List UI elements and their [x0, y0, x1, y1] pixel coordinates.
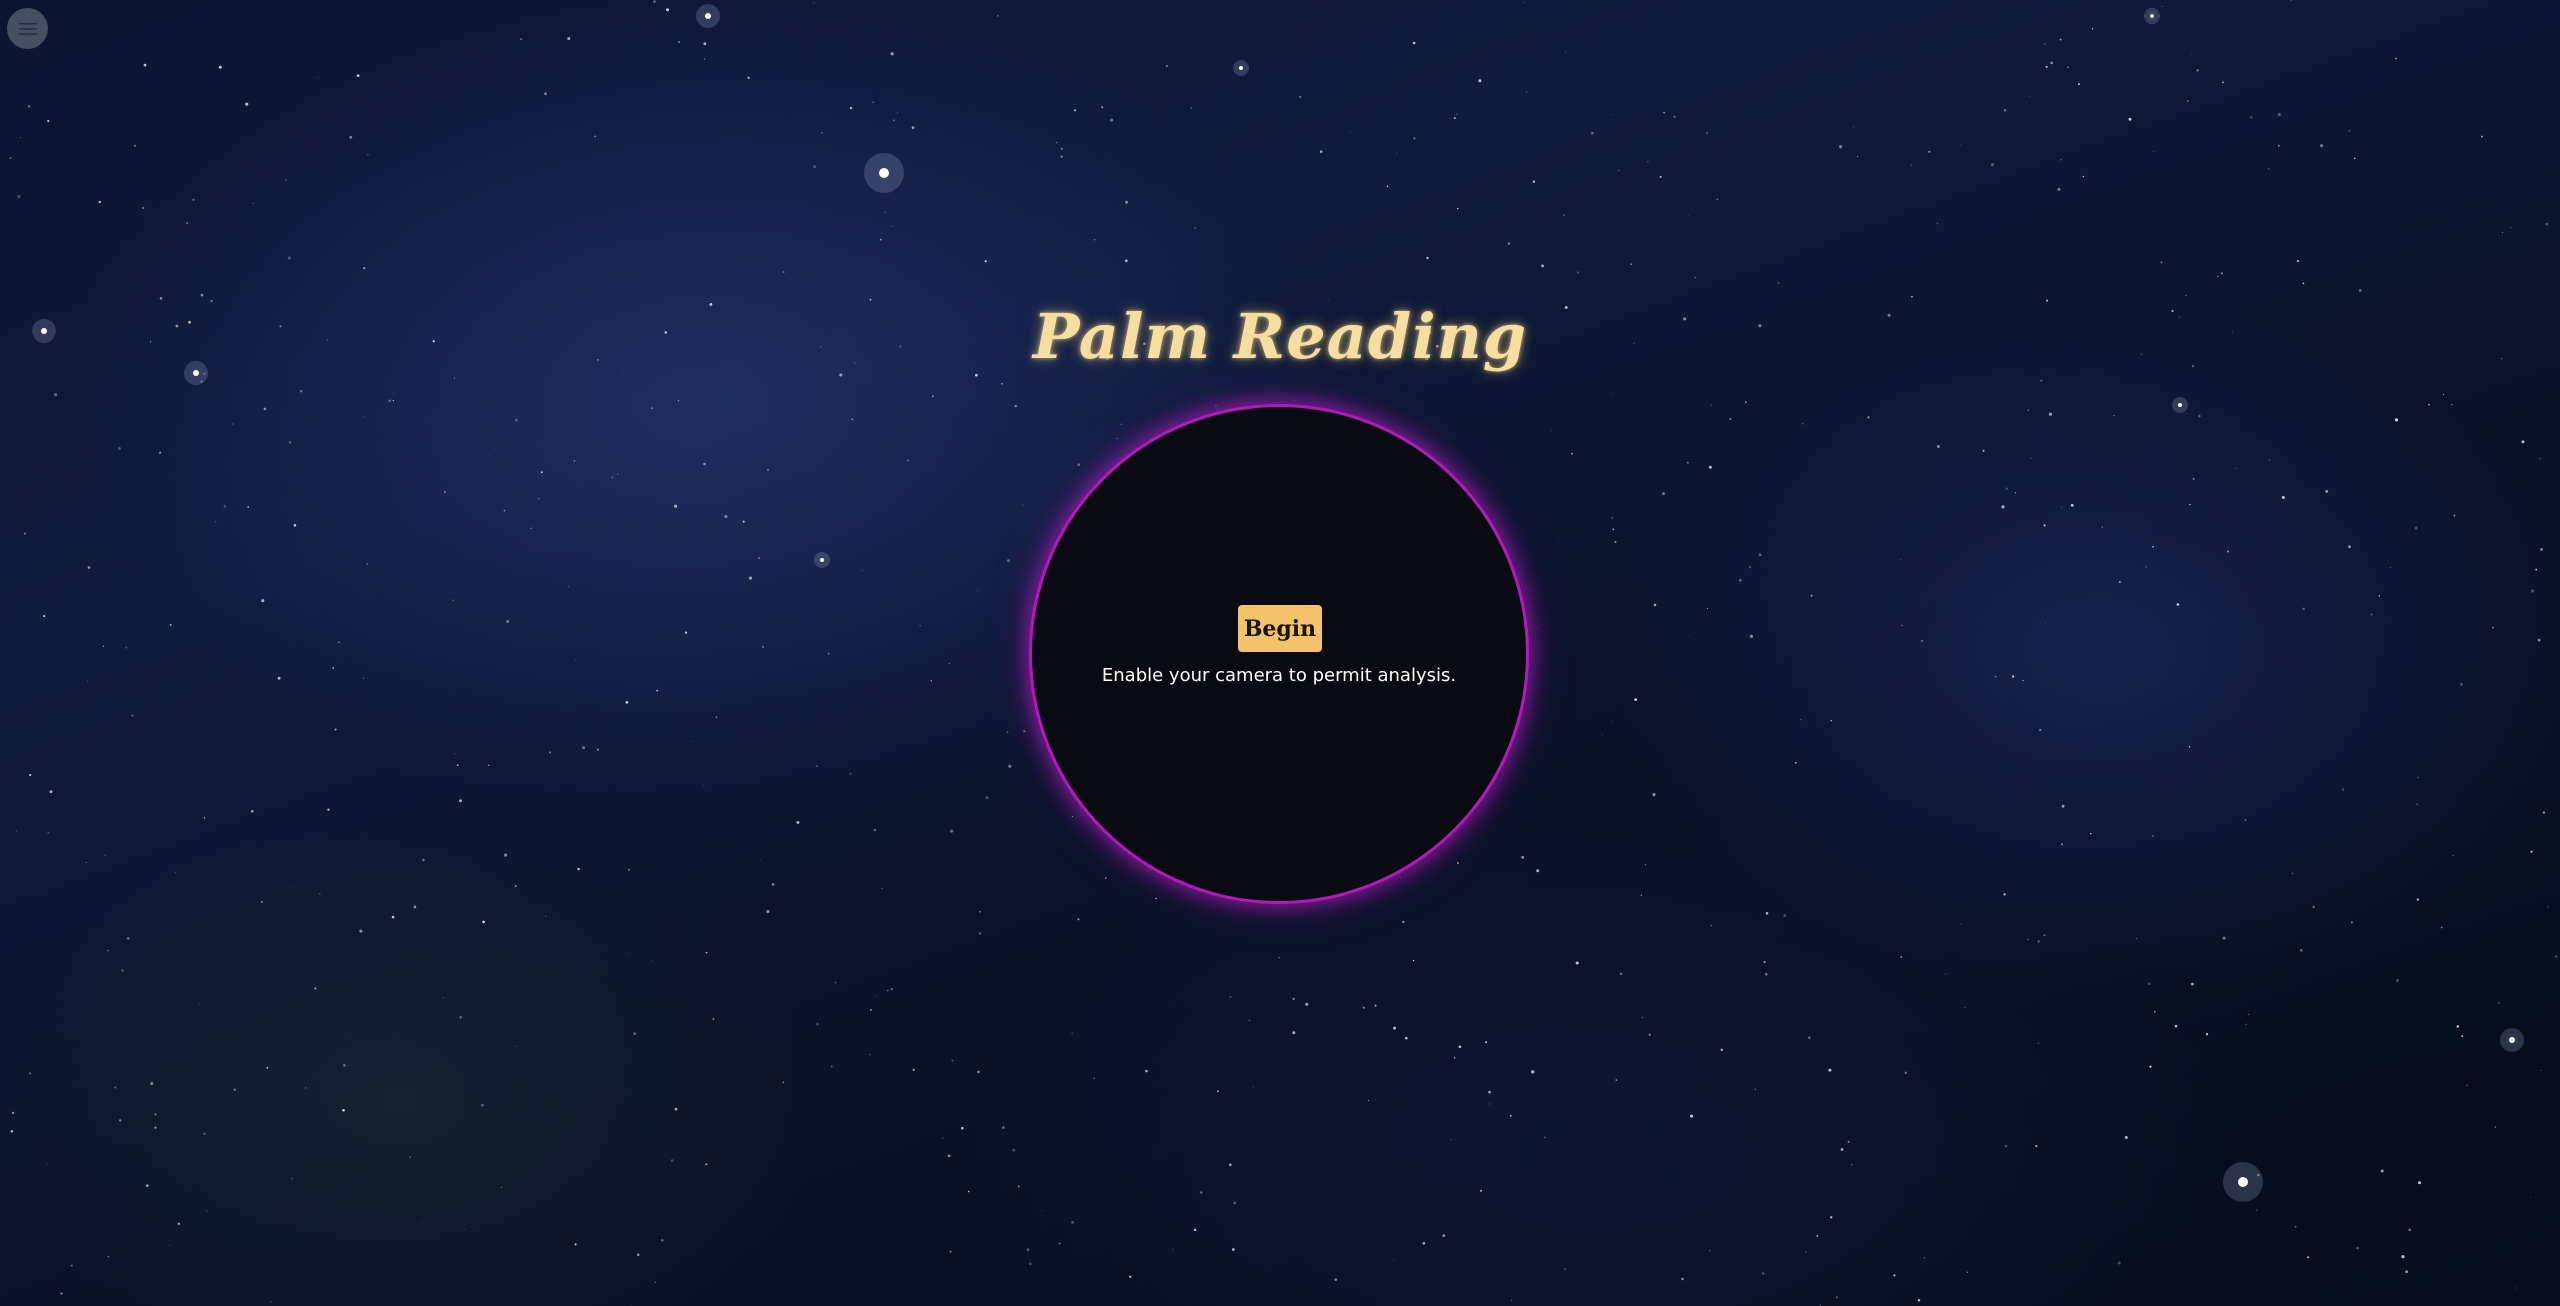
begin-button[interactable]: Begin — [1238, 605, 1322, 652]
page-title: Palm Reading — [1032, 300, 1528, 373]
hamburger-menu-icon — [18, 22, 37, 35]
camera-viewport — [1029, 404, 1529, 904]
menu-button[interactable] — [7, 8, 48, 49]
camera-hint-text: Enable your camera to permit analysis. — [1101, 665, 1457, 686]
